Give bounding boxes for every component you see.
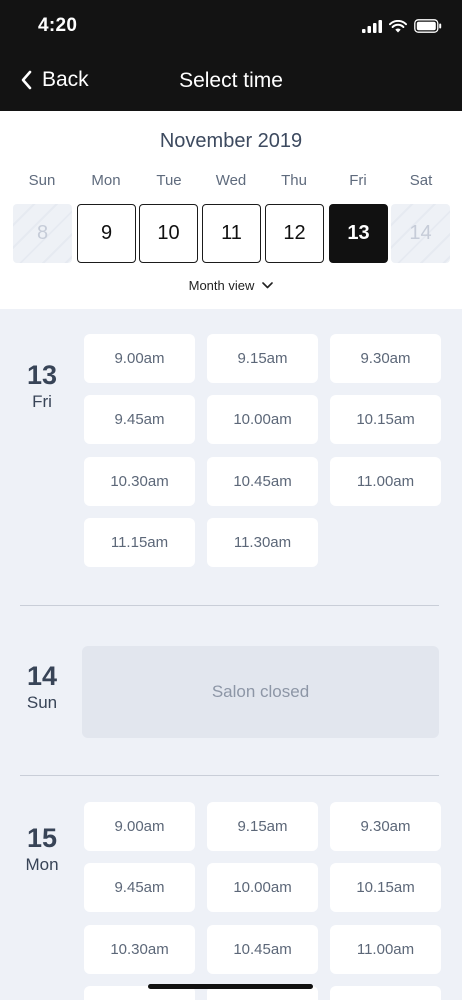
day-14: 14 [391, 204, 450, 263]
status-time: 4:20 [38, 15, 78, 36]
time-slot[interactable]: 9.45am [84, 863, 195, 912]
time-slot[interactable]: 9.15am [207, 334, 318, 383]
time-slot[interactable]: 11.00am [330, 457, 441, 506]
section-divider [20, 605, 439, 606]
day-8: 8 [13, 204, 72, 263]
time-slot[interactable]: 11.30am [207, 518, 318, 567]
day-name: Fri [32, 392, 52, 411]
weekday-wed: Wed [215, 172, 247, 189]
time-slot[interactable]: 11.15am [84, 518, 195, 567]
weekday-sun: Sun [28, 172, 56, 189]
time-slot[interactable]: 10.30am [84, 457, 195, 506]
month-title: November 2019 [159, 130, 303, 152]
calendar-strip: November 2019 Sun Mon Tue Wed Thu Fri Sa… [0, 111, 462, 309]
weekday-row: Sun Mon Tue Wed Thu Fri Sat [0, 172, 462, 192]
time-slot[interactable]: 10.45am [207, 457, 318, 506]
weekday-sat: Sat [409, 172, 433, 189]
page-title: Select time [179, 69, 283, 92]
day-label-14: 14 Sun [0, 661, 84, 713]
home-indicator [148, 984, 313, 989]
time-slot[interactable]: 9.30am [330, 334, 441, 383]
day-label-13: 13 Fri [0, 360, 84, 412]
time-slot[interactable]: 9.00am [84, 334, 195, 383]
day-10[interactable]: 10 [139, 204, 198, 263]
month-view-label: Month view [188, 278, 255, 293]
day-number: 15 [26, 823, 58, 853]
time-slot[interactable]: 9.00am [84, 802, 195, 851]
top-bar: 4:20 Back Select time [0, 0, 462, 111]
time-slot[interactable]: 10.30am [84, 925, 195, 974]
month-view-toggle[interactable]: Month view [0, 278, 462, 293]
time-slot[interactable]: 10.15am [330, 395, 441, 444]
time-slot[interactable]: 9.30am [330, 802, 441, 851]
weekday-mon: Mon [91, 172, 121, 189]
day-9[interactable]: 9 [77, 204, 136, 263]
weekday-fri: Fri [349, 172, 367, 189]
chevron-down-icon [262, 282, 274, 289]
time-slot[interactable]: 10.00am [207, 395, 318, 444]
time-slot[interactable]: 11.00am [330, 925, 441, 974]
wifi-icon [389, 19, 407, 32]
day-11[interactable]: 11 [202, 204, 261, 263]
status-icons [362, 19, 442, 33]
battery-icon [414, 19, 442, 33]
day-number: 14 [26, 661, 58, 691]
time-slot[interactable]: 9.45am [84, 395, 195, 444]
day-name: Sun [26, 693, 58, 712]
section-divider [20, 775, 439, 776]
weekday-tue: Tue [156, 172, 182, 189]
day-12[interactable]: 12 [265, 204, 324, 263]
signal-icon [362, 19, 382, 33]
day-name: Mon [25, 855, 59, 874]
day-number: 13 [26, 360, 58, 390]
salon-closed-notice: Salon closed [82, 646, 439, 738]
time-slot[interactable]: 10.45am [207, 925, 318, 974]
day-label-15: 15 Mon [0, 823, 84, 875]
time-slot-partial[interactable] [330, 986, 441, 1000]
weekday-thu: Thu [281, 172, 307, 189]
time-slot[interactable]: 10.15am [330, 863, 441, 912]
day-13-selected[interactable]: 13 [329, 204, 388, 263]
time-slot[interactable]: 9.15am [207, 802, 318, 851]
time-slot[interactable]: 10.00am [207, 863, 318, 912]
